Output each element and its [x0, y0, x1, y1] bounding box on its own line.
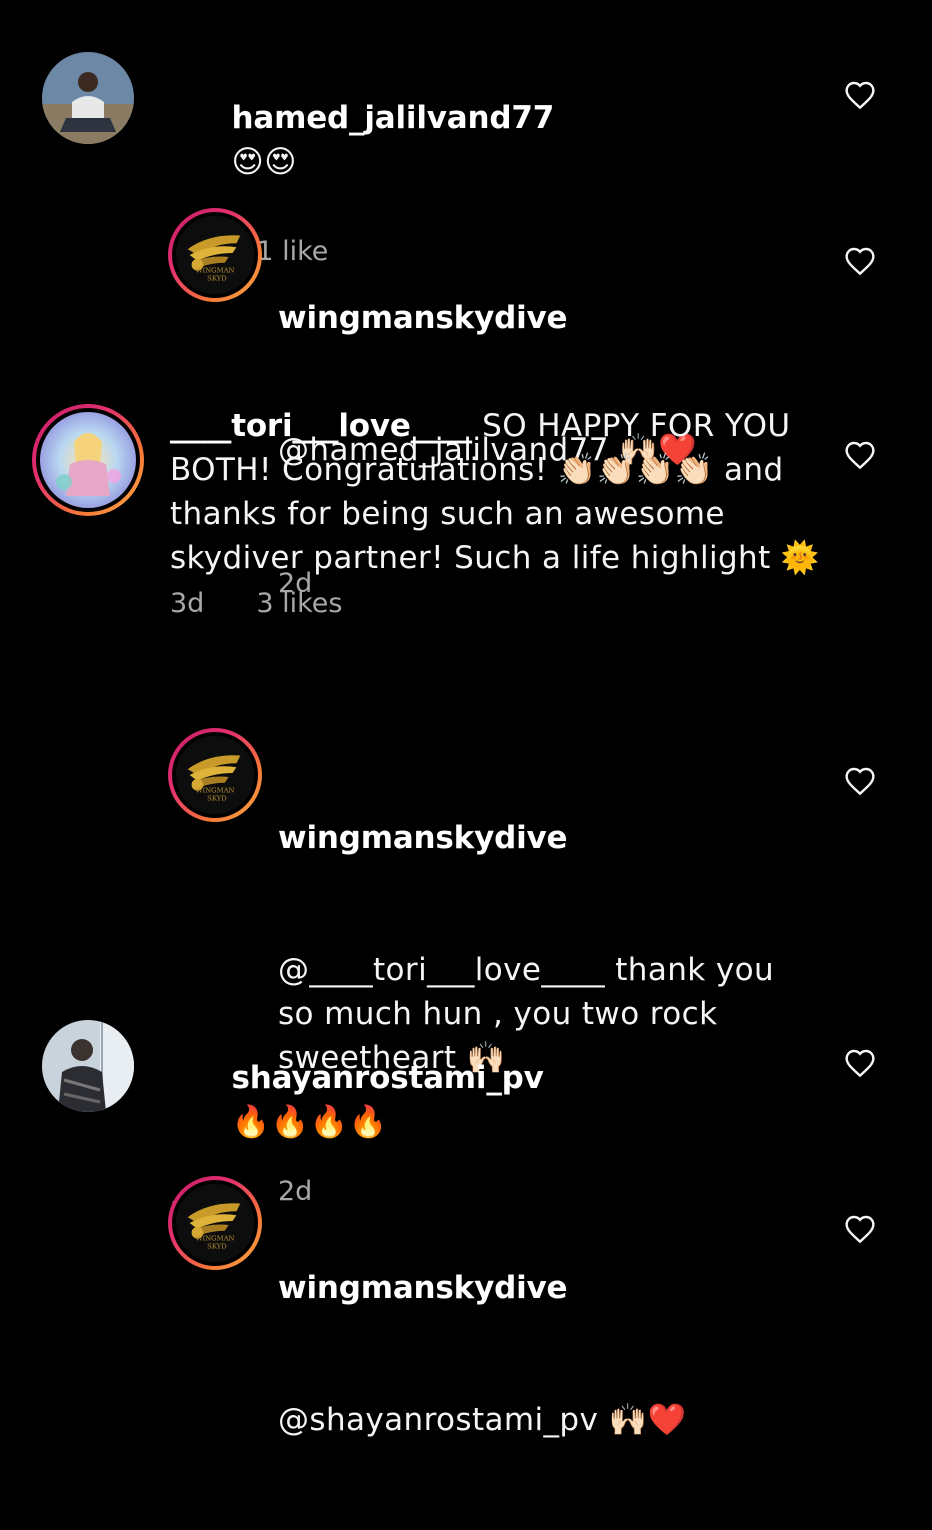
logo-text: WINGMAN — [196, 267, 235, 275]
comment-message: 🔥🔥🔥🔥 — [231, 1104, 388, 1140]
heart-outline-icon[interactable] — [844, 80, 876, 110]
avatar-image: WINGMAN SKYD — [172, 1180, 258, 1266]
comment-text: wingmanskydive @shayanrostami_pv 🙌🏻❤️ — [278, 1178, 687, 1530]
comment-username[interactable]: wingmanskydive — [278, 816, 778, 860]
comment-message: 😍😍 — [231, 144, 297, 180]
comment-meta: 3d 3 likes — [170, 588, 820, 619]
comment-body: wingmanskydive @shayanrostami_pv 🙌🏻❤️ — [278, 1178, 687, 1530]
avatar-image — [36, 408, 140, 512]
reply-item: WINGMAN SKYD wingmanskydive @____tori___… — [0, 728, 932, 1207]
comment-username[interactable]: wingmanskydive — [278, 296, 697, 340]
heart-outline-icon[interactable] — [844, 766, 876, 796]
avatar[interactable] — [42, 1020, 134, 1112]
comment-username[interactable]: ____tori___love____ — [170, 408, 472, 444]
reply-item: WINGMAN SKYD wingmanskydive @shayanrosta… — [0, 1176, 932, 1438]
logo-text: WINGMAN — [196, 1235, 235, 1243]
avatar-image: WINGMAN SKYD — [172, 732, 258, 818]
comment-likes-count[interactable]: 3 likes — [256, 588, 342, 619]
heart-outline-icon[interactable] — [844, 246, 876, 276]
logo-text-2: SKYD — [207, 274, 227, 282]
avatar[interactable] — [32, 404, 144, 516]
comment-text: ____tori___love____ SO HAPPY FOR YOU BOT… — [170, 404, 820, 580]
logo-text-2: SKYD — [207, 794, 227, 802]
comment-username[interactable]: hamed_jalilvand77 — [232, 100, 555, 136]
avatar-image: WINGMAN SKYD — [172, 212, 258, 298]
comment-item: hamed_jalilvand77 😍😍 3d 1 like — [0, 52, 932, 267]
comment-username[interactable]: shayanrostami_pv — [232, 1060, 544, 1096]
comment-username[interactable]: wingmanskydive — [278, 1266, 687, 1310]
logo-text-2: SKYD — [207, 1242, 227, 1250]
comment-item: ____tori___love____ SO HAPPY FOR YOU BOT… — [0, 404, 932, 674]
heart-outline-icon[interactable] — [844, 1214, 876, 1244]
comment-body: ____tori___love____ SO HAPPY FOR YOU BOT… — [170, 404, 820, 619]
avatar[interactable]: WINGMAN SKYD — [168, 1176, 262, 1270]
avatar[interactable]: WINGMAN SKYD — [168, 208, 262, 302]
logo-text: WINGMAN — [196, 787, 235, 795]
comment-time[interactable]: 3d — [170, 588, 204, 619]
avatar[interactable] — [42, 52, 134, 144]
heart-outline-icon[interactable] — [844, 440, 876, 470]
heart-outline-icon[interactable] — [844, 1048, 876, 1078]
comment-message: @shayanrostami_pv 🙌🏻❤️ — [278, 1402, 687, 1438]
reply-item: WINGMAN SKYD wingmanskydive @hamed_jalil… — [0, 208, 932, 599]
comment-text: hamed_jalilvand77 😍😍 — [170, 52, 555, 228]
comment-item: shayanrostami_pv 🔥🔥🔥🔥 3d — [0, 1012, 932, 1227]
comment-text: shayanrostami_pv 🔥🔥🔥🔥 — [170, 1012, 544, 1188]
avatar[interactable]: WINGMAN SKYD — [168, 728, 262, 822]
